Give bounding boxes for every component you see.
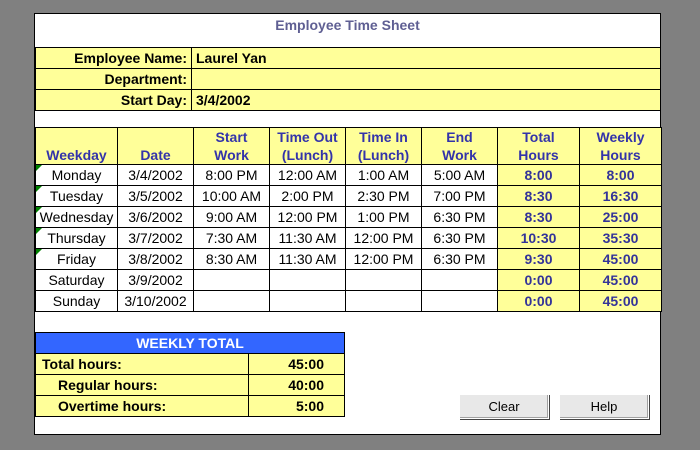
weekly-hours-cell: 45:00 [579,248,662,270]
col-header-weekday: Weekday [35,127,118,165]
date-cell: 3/10/2002 [117,290,194,312]
col-header-start-work: Start Work [193,127,270,165]
start-day-label: Start Day: [35,89,192,111]
help-button[interactable]: Help [559,394,649,419]
table-row: Saturday 3/9/2002 0:00 45:00 [35,269,662,291]
total-hours-cell: 10:30 [497,227,580,249]
total-hours-label: Total hours: [34,353,250,375]
time-out-cell[interactable]: 11:30 AM [269,248,346,270]
end-work-cell[interactable]: 6:30 PM [421,227,498,249]
total-hours-cell: 8:30 [497,185,580,207]
col-header-weekly-hours: Weekly Hours [579,127,662,165]
col-header-date: Date [117,127,194,165]
col-header-total-hours: Total Hours [497,127,580,165]
total-hours-value: 45:00 [248,353,345,375]
end-work-cell[interactable]: 6:30 PM [421,206,498,228]
employee-name-field[interactable]: Laurel Yan [191,47,661,69]
department-label: Department: [35,68,192,90]
weekly-total-panel: WEEKLY TOTAL Total hours: 45:00 Regular … [34,332,345,417]
weekly-hours-cell: 16:30 [579,185,662,207]
weekday-cell: Monday [35,164,118,186]
start-work-cell[interactable] [193,290,270,312]
end-work-cell[interactable]: 5:00 AM [421,164,498,186]
date-cell: 3/5/2002 [117,185,194,207]
overtime-hours-label: Overtime hours: [34,395,250,417]
employee-name-label: Employee Name: [35,47,192,69]
date-cell: 3/4/2002 [117,164,194,186]
total-hours-cell: 9:30 [497,248,580,270]
table-row: Wednesday 3/6/2002 9:00 AM 12:00 PM 1:00… [35,206,662,228]
start-work-cell[interactable] [193,269,270,291]
time-in-cell[interactable] [345,290,422,312]
overtime-hours-value: 5:00 [248,395,345,417]
timesheet-grid: Weekday Date Start Work Time Out (Lunch) T… [35,127,662,312]
weekday-cell: Thursday [35,227,118,249]
weekday-cell: Tuesday [35,185,118,207]
employee-info-table: Employee Name: Laurel Yan Department: St… [35,47,661,111]
sheet-title: Employee Time Sheet [275,17,420,33]
time-out-cell[interactable]: 12:00 AM [269,164,346,186]
date-cell: 3/8/2002 [117,248,194,270]
end-work-cell[interactable] [421,269,498,291]
end-work-cell[interactable]: 6:30 PM [421,248,498,270]
time-in-cell[interactable]: 1:00 PM [345,206,422,228]
time-in-cell[interactable]: 12:00 PM [345,227,422,249]
time-in-cell[interactable]: 12:00 PM [345,248,422,270]
time-in-cell[interactable]: 2:30 PM [345,185,422,207]
end-work-cell[interactable]: 7:00 PM [421,185,498,207]
time-out-cell[interactable] [269,290,346,312]
department-field[interactable] [191,68,661,90]
end-work-cell[interactable] [421,290,498,312]
total-hours-cell: 8:00 [497,164,580,186]
total-hours-cell: 0:00 [497,269,580,291]
start-work-cell[interactable]: 10:00 AM [193,185,270,207]
time-sheet: Employee Time Sheet Employee Name: Laure… [34,13,662,435]
regular-hours-value: 40:00 [248,374,345,396]
table-row: Sunday 3/10/2002 0:00 45:00 [35,290,662,312]
table-row: Tuesday 3/5/2002 10:00 AM 2:00 PM 2:30 P… [35,185,662,207]
weekly-total-header: WEEKLY TOTAL [35,332,345,354]
weekday-cell: Sunday [35,290,118,312]
col-header-time-in: Time In (Lunch) [345,127,422,165]
date-cell: 3/7/2002 [117,227,194,249]
date-cell: 3/9/2002 [117,269,194,291]
total-hours-cell: 8:30 [497,206,580,228]
start-day-field[interactable]: 3/4/2002 [191,89,661,111]
weekly-hours-cell: 35:30 [579,227,662,249]
table-row: Monday 3/4/2002 8:00 PM 12:00 AM 1:00 AM… [35,164,662,186]
time-out-cell[interactable]: 2:00 PM [269,185,346,207]
weekday-cell: Friday [35,248,118,270]
start-work-cell[interactable]: 8:30 AM [193,248,270,270]
start-work-cell[interactable]: 7:30 AM [193,227,270,249]
weekly-hours-cell: 45:00 [579,269,662,291]
time-out-cell[interactable]: 12:00 PM [269,206,346,228]
time-out-cell[interactable] [269,269,346,291]
time-out-cell[interactable]: 11:30 AM [269,227,346,249]
table-row: Thursday 3/7/2002 7:30 AM 11:30 AM 12:00… [35,227,662,249]
weekday-cell: Wednesday [35,206,118,228]
time-in-cell[interactable] [345,269,422,291]
start-work-cell[interactable]: 9:00 AM [193,206,270,228]
weekly-hours-cell: 8:00 [579,164,662,186]
col-header-time-out: Time Out (Lunch) [269,127,346,165]
col-header-end-work: End Work [421,127,498,165]
total-hours-cell: 0:00 [497,290,580,312]
weekly-hours-cell: 25:00 [579,206,662,228]
clear-button[interactable]: Clear [459,394,549,419]
weekday-cell: Saturday [35,269,118,291]
date-cell: 3/6/2002 [117,206,194,228]
table-row: Friday 3/8/2002 8:30 AM 11:30 AM 12:00 P… [35,248,662,270]
weekly-hours-cell: 45:00 [579,290,662,312]
time-in-cell[interactable]: 1:00 AM [345,164,422,186]
regular-hours-label: Regular hours: [34,374,250,396]
start-work-cell[interactable]: 8:00 PM [193,164,270,186]
